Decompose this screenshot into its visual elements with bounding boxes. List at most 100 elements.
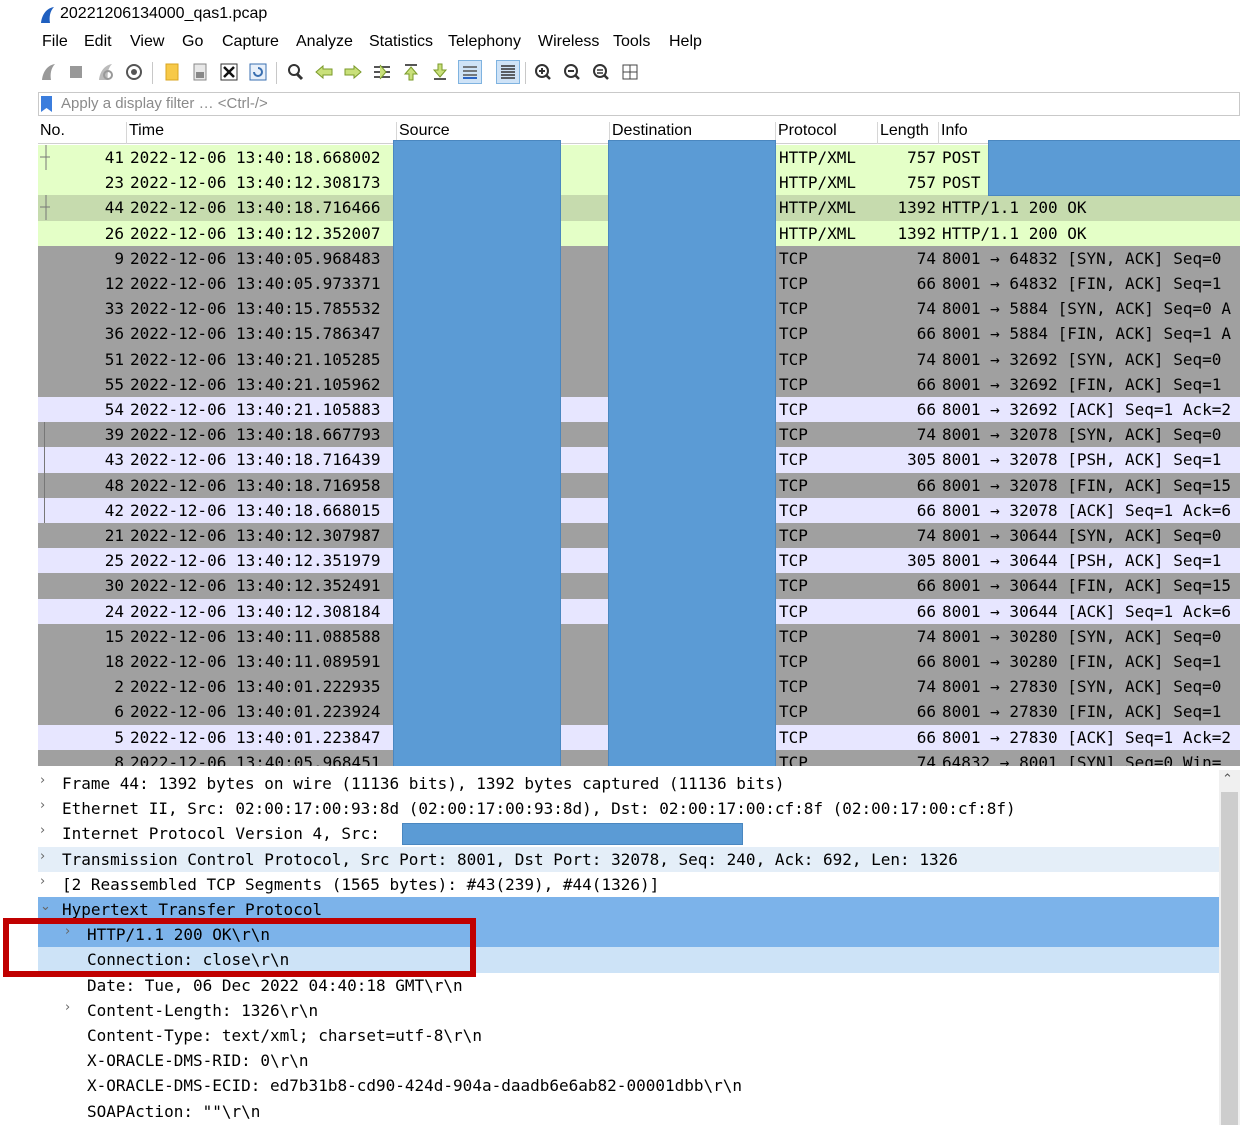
save-file-icon[interactable] (188, 60, 212, 84)
menu-edit[interactable]: Edit (84, 33, 112, 51)
packet-time: 2022-12-06 13:40:12.352007 (130, 223, 381, 243)
shark-fin-start-icon[interactable] (36, 60, 60, 84)
packet-no: 30 (104, 576, 124, 596)
packet-length: 74 (916, 626, 936, 646)
packet-no: 44 (104, 198, 124, 218)
autoscroll-icon[interactable] (458, 60, 482, 84)
expand-arrow-icon[interactable]: › (40, 798, 45, 813)
detail-row[interactable]: X-ORACLE-DMS-ECID: ed7b31b8-cd90-424d-90… (38, 1073, 1219, 1099)
packet-no: 36 (104, 324, 124, 344)
resize-columns-icon[interactable] (618, 60, 642, 84)
collapse-arrow-icon[interactable]: ⌄ (40, 899, 51, 914)
menu-statistics[interactable]: Statistics (369, 33, 433, 51)
detail-row[interactable]: › HTTP/1.1 200 OK\r\n (38, 922, 1219, 948)
go-forward-icon[interactable] (341, 60, 365, 84)
packet-info: 8001 → 30280 [SYN, ACK] Seq=0 (942, 626, 1222, 646)
detail-row[interactable]: › Ethernet II, Src: 02:00:17:00:93:8d (02… (38, 796, 1219, 822)
last-packet-icon[interactable] (428, 60, 452, 84)
open-file-icon[interactable] (160, 60, 184, 84)
expand-arrow-icon[interactable]: › (40, 823, 45, 838)
menu-analyze[interactable]: Analyze (296, 33, 353, 51)
detail-row[interactable]: Connection: close\r\n (38, 947, 1219, 973)
scroll-thumb[interactable] (1221, 792, 1238, 1125)
stop-capture-icon[interactable] (64, 60, 88, 84)
expand-arrow-icon[interactable]: › (40, 773, 45, 788)
packet-protocol: TCP (779, 652, 808, 671)
detail-row[interactable]: X-ORACLE-DMS-RID: 0\r\n (38, 1048, 1219, 1074)
packet-info: HTTP/1.1 200 OK (942, 198, 1087, 218)
packet-length: 757 (907, 148, 936, 167)
packet-time: 2022-12-06 13:40:11.089591 (130, 652, 381, 671)
find-packet-icon[interactable] (283, 60, 307, 84)
packet-info: 8001 → 5884 [FIN, ACK] Seq=1 A (942, 324, 1231, 344)
colorize-icon[interactable] (496, 60, 520, 84)
detail-row[interactable]: Date: Tue, 06 Dec 2022 04:40:18 GMT\r\n (38, 972, 1219, 998)
capture-options-icon[interactable] (122, 60, 146, 84)
menu-tools[interactable]: Tools (613, 33, 650, 51)
first-packet-icon[interactable] (399, 60, 423, 84)
conversation-line (44, 422, 45, 448)
scroll-up-icon[interactable]: ⌃ (1222, 772, 1233, 787)
packet-length: 66 (916, 274, 936, 293)
menu-telephony[interactable]: Telephony (448, 33, 521, 51)
detail-row[interactable]: › Frame 44: 1392 bytes on wire (11136 bit… (38, 771, 1219, 797)
packet-protocol: TCP (779, 400, 808, 419)
packet-time: 2022-12-06 13:40:21.105883 (130, 400, 381, 419)
detail-row[interactable]: › Transmission Control Protocol, Src Port… (38, 846, 1219, 872)
menu-capture[interactable]: Capture (222, 33, 279, 51)
column-time[interactable]: Time (126, 122, 164, 144)
packet-info: 8001 → 64832 [SYN, ACK] Seq=0 (942, 248, 1222, 268)
details-scrollbar[interactable]: ⌃ (1219, 770, 1240, 1125)
packet-time: 2022-12-06 13:40:18.716439 (130, 450, 381, 470)
packet-length: 305 (907, 551, 936, 571)
packet-time: 2022-12-06 13:40:18.716466 (130, 198, 381, 218)
zoom-out-icon[interactable] (560, 60, 584, 84)
detail-text: Ethernet II, Src: 02:00:17:00:93:8d (02:… (62, 799, 1016, 819)
display-filter-input[interactable]: Apply a display filter … <Ctrl-/> (61, 95, 268, 112)
column-length[interactable]: Length (877, 122, 929, 144)
display-filter-bar[interactable]: Apply a display filter … <Ctrl-/> (38, 92, 1240, 116)
close-file-icon[interactable] (217, 60, 241, 84)
conversation-line (44, 447, 45, 473)
packet-length: 74 (916, 425, 936, 445)
packet-no: 33 (104, 299, 124, 319)
column-no[interactable]: No. (38, 122, 65, 144)
packet-time: 2022-12-06 13:40:05.973371 (130, 274, 381, 293)
go-back-icon[interactable] (312, 60, 336, 84)
detail-row[interactable]: › [2 Reassembled TCP Segments (1565 bytes… (38, 871, 1219, 897)
normal-size-icon[interactable] (589, 60, 613, 84)
expand-arrow-icon[interactable]: › (65, 1000, 70, 1015)
menu-go[interactable]: Go (182, 33, 203, 51)
packet-no: 21 (104, 526, 124, 545)
packet-info: 8001 → 27830 [SYN, ACK] Seq=0 (942, 677, 1222, 697)
go-to-packet-icon[interactable] (370, 60, 394, 84)
detail-text: Internet Protocol Version 4, Src: (62, 824, 380, 844)
column-protocol[interactable]: Protocol (775, 122, 837, 144)
restart-capture-icon[interactable] (93, 60, 117, 84)
detail-row[interactable]: ⌄ Hypertext Transfer Protocol (38, 897, 1219, 923)
packet-protocol: TCP (779, 727, 808, 747)
packet-no: 2 (114, 677, 124, 697)
column-info[interactable]: Info (938, 122, 968, 144)
packet-no: 23 (104, 173, 124, 193)
packet-time: 2022-12-06 13:40:18.667793 (130, 425, 381, 445)
packet-time: 2022-12-06 13:40:12.352491 (130, 576, 381, 596)
reload-icon[interactable] (246, 60, 270, 84)
packet-protocol: TCP (779, 349, 808, 369)
filter-bookmark-icon[interactable] (41, 96, 52, 112)
expand-arrow-icon[interactable]: › (40, 874, 45, 889)
packet-no: 54 (104, 400, 124, 419)
packet-info: 8001 → 32078 [SYN, ACK] Seq=0 (942, 425, 1222, 445)
detail-row[interactable]: › Content-Length: 1326\r\n (38, 997, 1219, 1023)
menu-wireless[interactable]: Wireless (538, 33, 599, 51)
menu-help[interactable]: Help (669, 33, 702, 51)
detail-row[interactable]: SOAPAction: ""\r\n (38, 1098, 1219, 1124)
menu-view[interactable]: View (130, 33, 164, 51)
detail-row[interactable]: Content-Type: text/xml; charset=utf-8\r\… (38, 1023, 1219, 1049)
expand-arrow-icon[interactable]: › (65, 924, 70, 939)
menu-file[interactable]: File (42, 33, 68, 51)
packet-protocol: TCP (779, 500, 808, 520)
zoom-in-icon[interactable] (531, 60, 555, 84)
expand-arrow-icon[interactable]: › (40, 849, 45, 864)
detail-text: Frame 44: 1392 bytes on wire (11136 bits… (62, 774, 785, 793)
